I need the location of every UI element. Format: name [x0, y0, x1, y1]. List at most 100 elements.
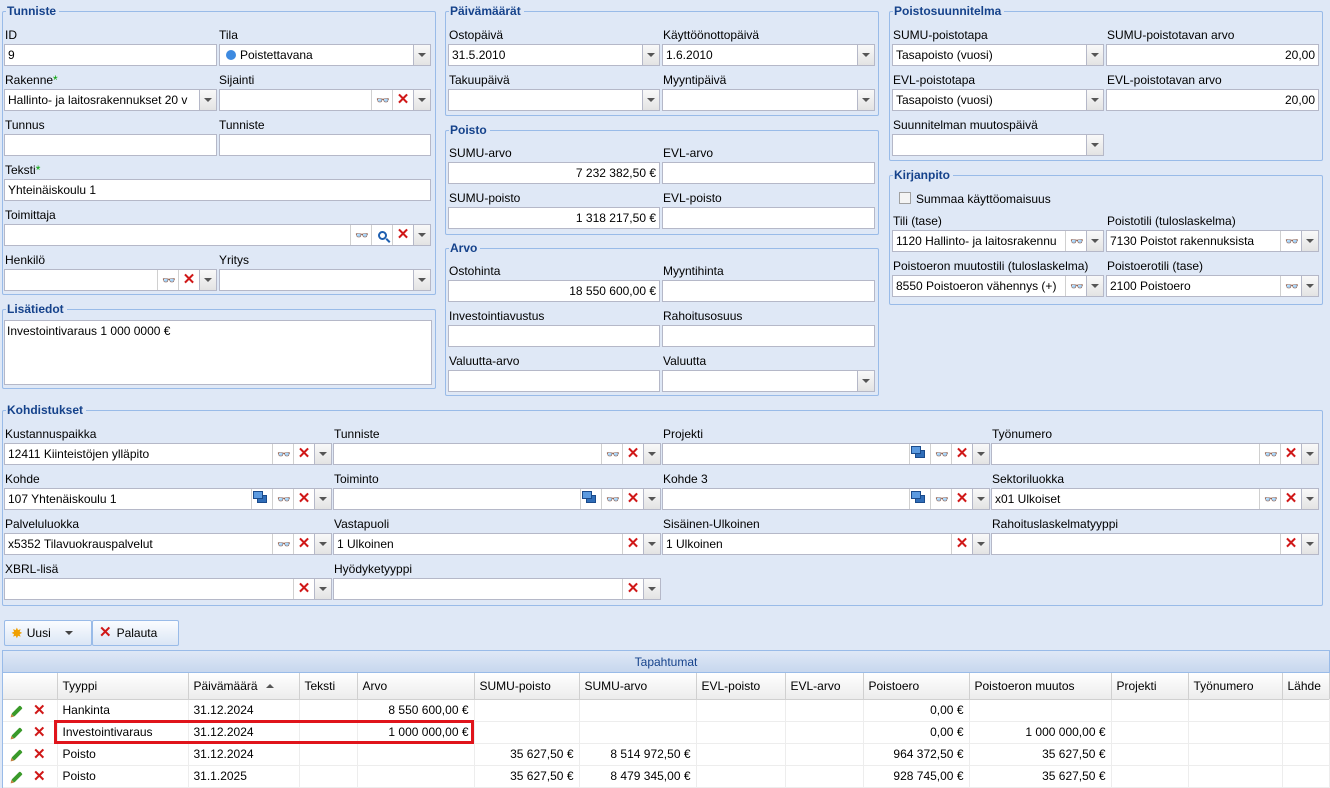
evl-poistotavan-arvo-field[interactable]: 20,00 [1106, 89, 1319, 111]
col-header[interactable]: SUMU-arvo [579, 673, 697, 700]
binoculars-icon[interactable]: 👓 [1280, 231, 1301, 251]
clear-icon[interactable]: ✕ [1280, 534, 1301, 554]
edit-icon[interactable] [11, 749, 23, 761]
tunnus-field[interactable] [4, 134, 217, 156]
clear-icon[interactable]: ✕ [1280, 489, 1301, 509]
delete-icon[interactable]: ✕ [33, 747, 46, 762]
binoculars-icon[interactable]: 👓 [601, 489, 622, 509]
sijainti-field[interactable]: 👓 ✕ [219, 89, 431, 111]
sektoriluokka-field[interactable]: x01 Ulkoiset 👓 ✕ [991, 488, 1319, 510]
poistotili-field[interactable]: 7130 Poistot rakennuksista 👓 [1106, 230, 1319, 252]
chevron-down-icon[interactable] [1086, 90, 1103, 110]
table-row[interactable]: ✕ Poisto 31.1.2025 35 627,50 €8 479 345,00 … [3, 765, 1330, 788]
chevron-down-icon[interactable] [314, 579, 331, 599]
uusi-button[interactable]: ✸ Uusi [4, 620, 92, 646]
col-header[interactable]: Työnumero [1188, 673, 1283, 700]
col-header[interactable]: EVL-arvo [785, 673, 864, 700]
chevron-down-icon[interactable] [857, 45, 874, 65]
chevron-down-icon[interactable] [1301, 444, 1318, 464]
tunniste-field[interactable] [219, 134, 431, 156]
chevron-down-icon[interactable] [1301, 489, 1318, 509]
binoculars-icon[interactable]: 👓 [272, 444, 293, 464]
muutospaiva-date[interactable] [892, 134, 1104, 156]
search-icon[interactable] [371, 225, 392, 245]
copy-icon[interactable] [251, 489, 272, 509]
clear-icon[interactable]: ✕ [178, 270, 199, 290]
delete-icon[interactable]: ✕ [33, 769, 46, 784]
copy-icon[interactable] [909, 444, 930, 464]
edit-icon[interactable] [11, 771, 23, 783]
chevron-down-icon[interactable] [972, 444, 989, 464]
clear-icon[interactable]: ✕ [951, 534, 972, 554]
rakenne-select[interactable]: Hallinto- ja laitosrakennukset 20 v [4, 89, 217, 111]
chevron-down-icon[interactable] [199, 270, 216, 290]
chevron-down-icon[interactable] [314, 444, 331, 464]
clear-icon[interactable]: ✕ [622, 489, 643, 509]
sumu-poistotapa-select[interactable]: Tasapoisto (vuosi) [892, 44, 1104, 66]
valuutta-arvo-field[interactable] [448, 370, 660, 392]
summaa-checkbox[interactable] [899, 192, 911, 204]
binoculars-icon[interactable]: 👓 [1065, 276, 1086, 296]
takuupaiva-date[interactable] [448, 89, 660, 111]
table-row[interactable]: ✕ Hankinta 31.12.2024 8 550 600,00 € 0,00 € [3, 699, 1330, 722]
chevron-down-icon[interactable] [413, 270, 430, 290]
kayttoonotto-date[interactable]: 1.6.2010 [662, 44, 875, 66]
sisainen-ulkoinen-field[interactable]: 1 Ulkoinen ✕ [662, 533, 990, 555]
col-header[interactable]: EVL-poisto [696, 673, 786, 700]
palauta-button[interactable]: ✕ Palauta [92, 620, 179, 646]
rahoitusosuus-field[interactable] [662, 325, 875, 347]
tila-select[interactable]: Poistettavana [219, 44, 431, 66]
chevron-down-icon[interactable] [1086, 45, 1103, 65]
copy-icon[interactable] [909, 489, 930, 509]
binoculars-icon[interactable]: 👓 [1065, 231, 1086, 251]
chevron-down-icon[interactable] [413, 90, 430, 110]
chevron-down-icon[interactable] [199, 90, 216, 110]
henkilo-field[interactable]: 👓 ✕ [4, 269, 217, 291]
rahoituslaskelmatyyppi-field[interactable]: ✕ [991, 533, 1319, 555]
col-header[interactable]: Lähde [1282, 673, 1330, 700]
muutostili-field[interactable]: 8550 Poistoeron vähennys (+) 👓 [892, 275, 1104, 297]
xbrl-field[interactable]: ✕ [4, 578, 332, 600]
chevron-down-icon[interactable] [972, 534, 989, 554]
evl-poisto-field[interactable] [662, 207, 875, 229]
kohde3-field[interactable]: 👓 ✕ [662, 488, 990, 510]
delete-icon[interactable]: ✕ [33, 725, 46, 740]
clear-icon[interactable]: ✕ [293, 534, 314, 554]
col-header[interactable]: Tyyppi [57, 673, 189, 700]
col-header[interactable]: Poistoeron muutos [969, 673, 1112, 700]
chevron-down-icon[interactable] [642, 90, 659, 110]
chevron-down-icon[interactable] [643, 579, 660, 599]
yritys-select[interactable] [219, 269, 431, 291]
col-header[interactable]: SUMU-poisto [474, 673, 580, 700]
myyntihinta-field[interactable] [662, 280, 875, 302]
col-header[interactable]: Arvo [357, 673, 475, 700]
chevron-down-icon[interactable] [642, 45, 659, 65]
palveluluokka-field[interactable]: x5352 Tilavuokrauspalvelut 👓 ✕ [4, 533, 332, 555]
binoculars-icon[interactable]: 👓 [1259, 489, 1280, 509]
investointiavustus-field[interactable] [448, 325, 660, 347]
chevron-down-icon[interactable] [972, 489, 989, 509]
binoculars-icon[interactable]: 👓 [1259, 444, 1280, 464]
clear-icon[interactable]: ✕ [951, 489, 972, 509]
evl-poistotapa-select[interactable]: Tasapoisto (vuosi) [892, 89, 1104, 111]
delete-icon[interactable]: ✕ [33, 703, 46, 718]
kohde-field[interactable]: 107 Yhtenäiskoulu 1 👓 ✕ [4, 488, 332, 510]
chevron-down-icon[interactable] [643, 489, 660, 509]
kohd-tunniste-field[interactable]: 👓 ✕ [333, 443, 661, 465]
chevron-down-icon[interactable] [1086, 231, 1103, 251]
copy-icon[interactable] [580, 489, 601, 509]
col-header[interactable]: Poistoero [863, 673, 970, 700]
col-header[interactable]: Projekti [1111, 673, 1189, 700]
binoculars-icon[interactable]: 👓 [601, 444, 622, 464]
chevron-down-icon[interactable] [314, 489, 331, 509]
clear-icon[interactable]: ✕ [622, 534, 643, 554]
toiminto-field[interactable]: 👓 ✕ [333, 488, 661, 510]
clear-icon[interactable]: ✕ [392, 225, 413, 245]
chevron-down-icon[interactable] [413, 45, 430, 65]
chevron-down-icon[interactable] [1086, 135, 1103, 155]
chevron-down-icon[interactable] [643, 534, 660, 554]
sumu-poistotavan-arvo-field[interactable]: 20,00 [1106, 44, 1319, 66]
col-header[interactable]: Päivämäärä [188, 673, 300, 700]
id-field[interactable]: 9 [4, 44, 217, 66]
tyonumero-field[interactable]: 👓 ✕ [991, 443, 1319, 465]
